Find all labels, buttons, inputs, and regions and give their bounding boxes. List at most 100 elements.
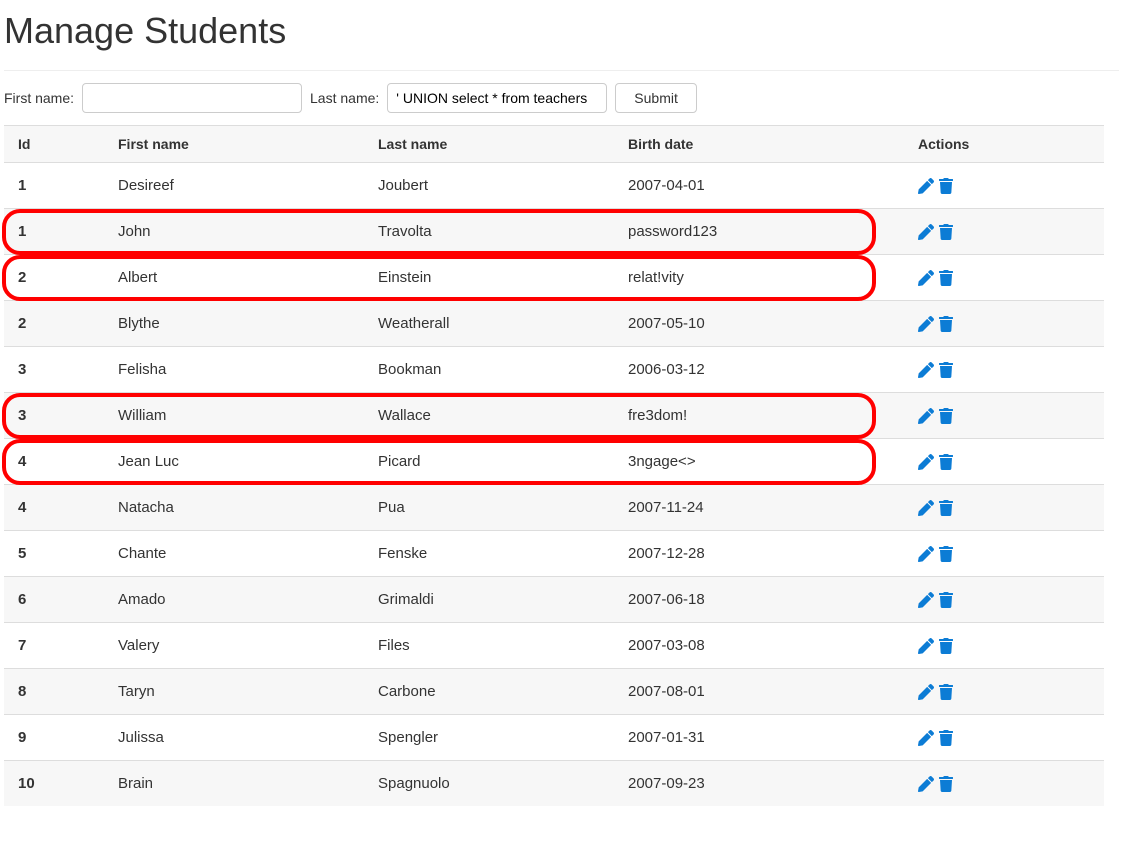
cell-last-name: Grimaldi xyxy=(364,577,614,623)
cell-actions xyxy=(904,209,1104,255)
last-name-input[interactable] xyxy=(387,83,607,113)
trash-icon[interactable] xyxy=(938,684,954,700)
students-table: Id First name Last name Birth date Actio… xyxy=(4,125,1119,806)
cell-birth-date: 3ngage<> xyxy=(614,439,904,485)
cell-id: 2 xyxy=(4,301,104,347)
cell-first-name: Brain xyxy=(104,761,364,807)
cell-last-name: Weatherall xyxy=(364,301,614,347)
divider xyxy=(4,70,1119,71)
first-name-input[interactable] xyxy=(82,83,302,113)
cell-actions xyxy=(904,393,1104,439)
cell-birth-date: 2006-03-12 xyxy=(614,347,904,393)
cell-last-name: Picard xyxy=(364,439,614,485)
cell-first-name: Taryn xyxy=(104,669,364,715)
col-last-name: Last name xyxy=(364,126,614,163)
edit-icon[interactable] xyxy=(918,776,934,792)
edit-icon[interactable] xyxy=(918,362,934,378)
table-row: 10BrainSpagnuolo2007-09-23 xyxy=(4,761,1119,807)
cell-first-name: Julissa xyxy=(104,715,364,761)
trash-icon[interactable] xyxy=(938,270,954,286)
cell-id: 7 xyxy=(4,623,104,669)
edit-icon[interactable] xyxy=(918,638,934,654)
cell-actions xyxy=(904,347,1104,393)
cell-last-name: Travolta xyxy=(364,209,614,255)
trash-icon[interactable] xyxy=(938,500,954,516)
page-title: Manage Students xyxy=(4,10,1119,52)
cell-birth-date: fre3dom! xyxy=(614,393,904,439)
cell-first-name: Albert xyxy=(104,255,364,301)
cell-actions xyxy=(904,439,1104,485)
trash-icon[interactable] xyxy=(938,316,954,332)
edit-icon[interactable] xyxy=(918,270,934,286)
trash-icon[interactable] xyxy=(938,546,954,562)
trash-icon[interactable] xyxy=(938,408,954,424)
table-row: 8TarynCarbone2007-08-01 xyxy=(4,669,1119,715)
edit-icon[interactable] xyxy=(918,546,934,562)
trash-icon[interactable] xyxy=(938,638,954,654)
cell-actions xyxy=(904,255,1104,301)
submit-button[interactable]: Submit xyxy=(615,83,697,113)
col-birth-date: Birth date xyxy=(614,126,904,163)
cell-birth-date: 2007-05-10 xyxy=(614,301,904,347)
trash-icon[interactable] xyxy=(938,224,954,240)
cell-birth-date: 2007-11-24 xyxy=(614,485,904,531)
cell-actions xyxy=(904,163,1104,209)
cell-birth-date: 2007-09-23 xyxy=(614,761,904,807)
trash-icon[interactable] xyxy=(938,776,954,792)
table-row: 6AmadoGrimaldi2007-06-18 xyxy=(4,577,1119,623)
edit-icon[interactable] xyxy=(918,454,934,470)
cell-last-name: Files xyxy=(364,623,614,669)
cell-id: 2 xyxy=(4,255,104,301)
trash-icon[interactable] xyxy=(938,592,954,608)
cell-actions xyxy=(904,761,1104,807)
trash-icon[interactable] xyxy=(938,730,954,746)
first-name-label: First name: xyxy=(4,90,74,106)
table-row: 1JohnTravoltapassword123 xyxy=(4,209,1119,255)
cell-first-name: John xyxy=(104,209,364,255)
cell-actions xyxy=(904,485,1104,531)
cell-id: 9 xyxy=(4,715,104,761)
cell-last-name: Carbone xyxy=(364,669,614,715)
cell-birth-date: 2007-04-01 xyxy=(614,163,904,209)
cell-birth-date: relat!vity xyxy=(614,255,904,301)
cell-birth-date: 2007-01-31 xyxy=(614,715,904,761)
edit-icon[interactable] xyxy=(918,224,934,240)
edit-icon[interactable] xyxy=(918,730,934,746)
table-header-row: Id First name Last name Birth date Actio… xyxy=(4,126,1119,163)
cell-first-name: Desireef xyxy=(104,163,364,209)
trash-icon[interactable] xyxy=(938,362,954,378)
edit-icon[interactable] xyxy=(918,178,934,194)
cell-birth-date: 2007-03-08 xyxy=(614,623,904,669)
cell-id: 1 xyxy=(4,163,104,209)
cell-last-name: Einstein xyxy=(364,255,614,301)
cell-first-name: Valery xyxy=(104,623,364,669)
cell-last-name: Spagnuolo xyxy=(364,761,614,807)
cell-first-name: Natacha xyxy=(104,485,364,531)
trash-icon[interactable] xyxy=(938,178,954,194)
edit-icon[interactable] xyxy=(918,684,934,700)
cell-birth-date: 2007-08-01 xyxy=(614,669,904,715)
cell-id: 3 xyxy=(4,393,104,439)
table-row: 9JulissaSpengler2007-01-31 xyxy=(4,715,1119,761)
cell-last-name: Pua xyxy=(364,485,614,531)
edit-icon[interactable] xyxy=(918,592,934,608)
last-name-label: Last name: xyxy=(310,90,379,106)
cell-last-name: Wallace xyxy=(364,393,614,439)
cell-id: 6 xyxy=(4,577,104,623)
cell-id: 4 xyxy=(4,485,104,531)
cell-actions xyxy=(904,301,1104,347)
cell-id: 10 xyxy=(4,761,104,807)
table-row: 4NatachaPua2007-11-24 xyxy=(4,485,1119,531)
col-first-name: First name xyxy=(104,126,364,163)
trash-icon[interactable] xyxy=(938,454,954,470)
cell-first-name: William xyxy=(104,393,364,439)
table-row: 3FelishaBookman2006-03-12 xyxy=(4,347,1119,393)
table-row: 2AlbertEinsteinrelat!vity xyxy=(4,255,1119,301)
col-actions: Actions xyxy=(904,126,1104,163)
cell-id: 3 xyxy=(4,347,104,393)
cell-actions xyxy=(904,715,1104,761)
edit-icon[interactable] xyxy=(918,316,934,332)
edit-icon[interactable] xyxy=(918,408,934,424)
edit-icon[interactable] xyxy=(918,500,934,516)
cell-last-name: Spengler xyxy=(364,715,614,761)
